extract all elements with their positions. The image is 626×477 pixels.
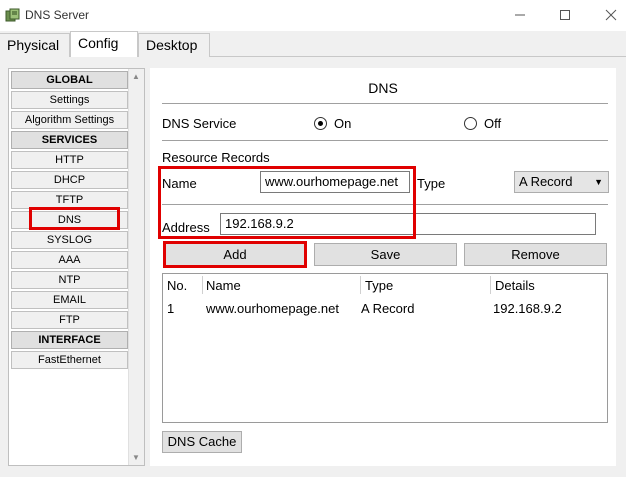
scroll-down-icon[interactable]: ▼	[132, 453, 140, 462]
sidebar-item-dns[interactable]: DNS	[11, 211, 128, 229]
cell-details: 192.168.9.2	[493, 301, 562, 316]
sidebar-scrollbar[interactable]: ▲ ▼	[128, 69, 144, 465]
sidebar-item-email[interactable]: EMAIL	[11, 291, 128, 309]
column-header-details: Details	[495, 278, 535, 293]
dns-records-table[interactable]: No. Name Type Details 1 www.ourhomepage.…	[162, 273, 608, 423]
dns-panel: DNS DNS Service On Off Resource Records …	[150, 68, 616, 466]
sidebar-item-ntp[interactable]: NTP	[11, 271, 128, 289]
minimize-icon	[515, 14, 525, 16]
address-label: Address	[162, 220, 210, 235]
dns-off-label: Off	[484, 116, 502, 131]
chevron-down-icon: ▼	[594, 177, 603, 187]
dns-on-label: On	[334, 116, 352, 131]
window-title: DNS Server	[25, 8, 90, 22]
address-field[interactable]: 192.168.9.2	[220, 213, 596, 235]
dns-on-radio[interactable]	[314, 117, 327, 130]
minimize-button[interactable]	[505, 5, 535, 25]
type-select[interactable]: A Record ▼	[514, 171, 609, 193]
maximize-button[interactable]	[550, 5, 580, 25]
sidebar-item-settings[interactable]: Settings	[11, 91, 128, 109]
sidebar-item-services[interactable]: SERVICES	[11, 131, 128, 149]
dns-service-label: DNS Service	[162, 116, 237, 131]
tab-config[interactable]: Config	[70, 31, 138, 58]
save-button[interactable]: Save	[314, 243, 457, 266]
sidebar-item-tftp[interactable]: TFTP	[11, 191, 128, 209]
dns-cache-button[interactable]: DNS Cache	[162, 431, 242, 453]
resource-records-label: Resource Records	[162, 150, 270, 165]
config-content: GLOBAL Settings Algorithm Settings SERVICES…	[0, 57, 626, 477]
sidebar-item-ftp[interactable]: FTP	[11, 311, 128, 329]
sidebar-item-http[interactable]: HTTP	[11, 151, 128, 169]
cell-name: www.ourhomepage.net	[206, 301, 339, 316]
sidebar: GLOBAL Settings Algorithm Settings SERVICES…	[8, 68, 145, 466]
close-button[interactable]	[596, 5, 626, 25]
type-select-value: A Record	[519, 174, 573, 189]
cell-type: A Record	[361, 301, 415, 316]
sidebar-item-global[interactable]: GLOBAL	[11, 71, 128, 89]
tab-physical[interactable]: Physical	[0, 33, 70, 57]
column-header-name: Name	[206, 278, 241, 293]
scroll-up-icon[interactable]: ▲	[132, 72, 140, 81]
title-bar: DNS Server	[0, 0, 626, 31]
column-divider	[202, 276, 203, 294]
maximize-icon	[560, 10, 570, 20]
close-icon	[605, 9, 617, 21]
column-divider	[490, 276, 491, 294]
column-header-type: Type	[365, 278, 394, 293]
column-divider	[360, 276, 361, 294]
sidebar-list: GLOBAL Settings Algorithm Settings SERVICES…	[11, 71, 128, 371]
sidebar-item-interface[interactable]: INTERFACE	[11, 331, 128, 349]
page-title: DNS	[368, 80, 398, 96]
name-field-value: www.ourhomepage.net	[265, 174, 398, 189]
column-header-no: No.	[167, 278, 188, 293]
sidebar-item-syslog[interactable]: SYSLOG	[11, 231, 128, 249]
sidebar-item-dhcp[interactable]: DHCP	[11, 171, 128, 189]
tab-desktop[interactable]: Desktop	[138, 33, 210, 57]
divider	[162, 103, 608, 104]
sidebar-item-fastethernet[interactable]: FastEthernet	[11, 351, 128, 369]
name-field[interactable]: www.ourhomepage.net	[260, 171, 410, 193]
sidebar-item-algorithm-settings[interactable]: Algorithm Settings	[11, 111, 128, 129]
remove-button[interactable]: Remove	[464, 243, 607, 266]
tab-strip: Physical Config Desktop	[0, 31, 626, 58]
divider	[162, 140, 608, 141]
divider	[162, 204, 608, 205]
cell-no: 1	[167, 301, 175, 316]
type-label: Type	[417, 176, 446, 191]
sidebar-item-aaa[interactable]: AAA	[11, 251, 128, 269]
dns-off-radio[interactable]	[464, 117, 477, 130]
network-server-icon	[5, 8, 20, 22]
add-button[interactable]: Add	[164, 243, 306, 266]
name-label: Name	[162, 176, 197, 191]
